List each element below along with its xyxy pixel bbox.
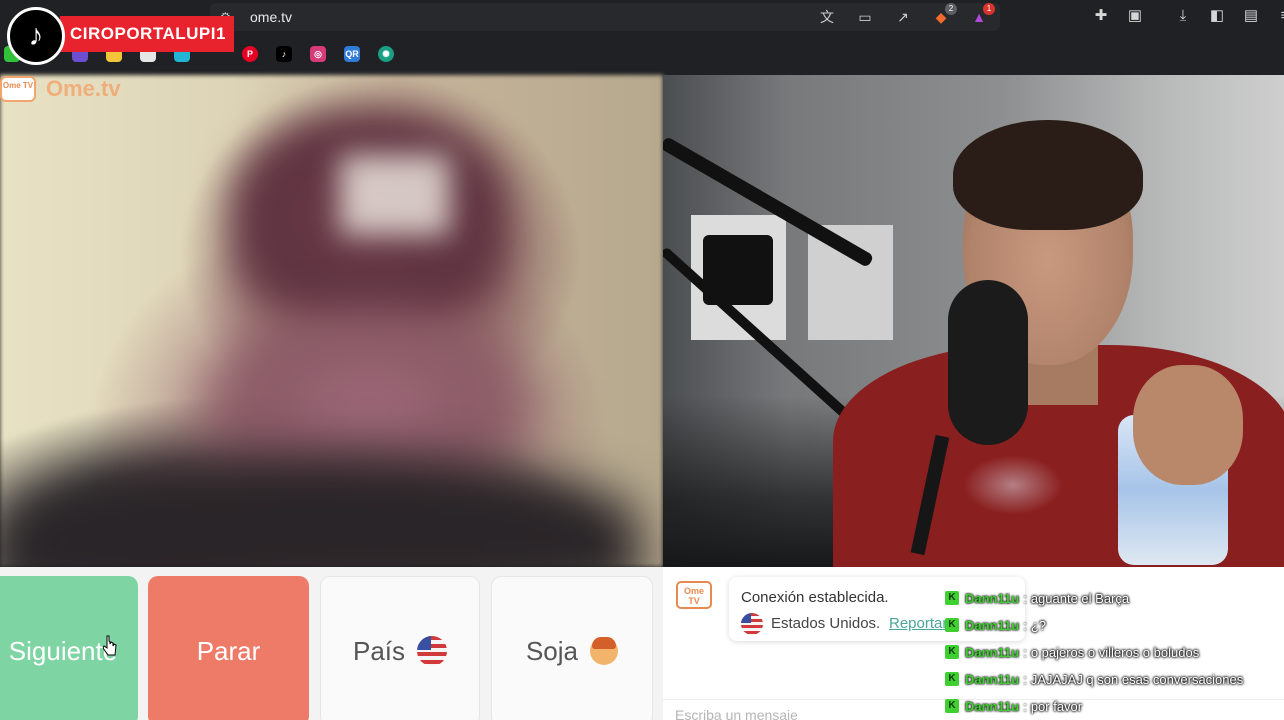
kick-icon: K xyxy=(945,591,959,605)
rewards-notification-count: 1 xyxy=(983,3,995,15)
comment-text: aguante el Barça xyxy=(1030,590,1130,606)
extensions-icon[interactable]: ✚ xyxy=(1090,5,1112,27)
chat-ometv-icon: Ome TV xyxy=(676,581,712,609)
country-button-label: País xyxy=(352,635,406,666)
shirt-logo xyxy=(963,455,1063,515)
instagram-icon[interactable]: ◎ xyxy=(310,46,326,62)
stream-comment: K Dann11u : ¿? xyxy=(945,615,1046,635)
kick-icon: K xyxy=(945,618,959,632)
kick-icon: K xyxy=(945,699,959,713)
brave-shields-icon[interactable]: ◆ 2 xyxy=(930,3,957,28)
comment-user: Dann11u xyxy=(965,671,1020,687)
gender-button-label: Soja xyxy=(525,635,579,666)
translate-icon[interactable]: 文 xyxy=(816,6,838,28)
ometv-tv-icon: Ome TV xyxy=(0,76,36,102)
streamer-hand xyxy=(1133,365,1243,485)
cast-icon[interactable]: ▭ xyxy=(854,6,876,28)
stream-comment: K Dann11u : JAJAJAJ q son esas conversac… xyxy=(945,669,1243,689)
ometv-watermark: Ome TV Ome.tv xyxy=(0,75,121,103)
tiktok-logo: ♪ xyxy=(7,7,65,65)
microphone xyxy=(948,280,1028,445)
stranger-video xyxy=(0,75,663,567)
comment-user: Dann11u xyxy=(965,698,1020,714)
stream-comment: K Dann11u : aguante el Barça xyxy=(945,588,1129,608)
blurred-shoulder xyxy=(0,455,640,567)
brave-shields-count: 2 xyxy=(945,3,957,15)
report-link[interactable]: Reportar xyxy=(889,615,947,632)
comment-user: Dann11u xyxy=(965,644,1020,660)
comment-user: Dann11u xyxy=(965,617,1020,633)
self-video xyxy=(663,75,1284,567)
tiktok-icon[interactable]: ♪ xyxy=(276,46,292,62)
comment-separator: : xyxy=(1023,698,1027,714)
comment-separator: : xyxy=(1023,617,1027,633)
pinterest-icon[interactable]: P xyxy=(242,46,258,62)
connection-status: Conexión establecida. xyxy=(741,589,889,606)
streamer-hair xyxy=(953,120,1143,230)
mouse-pointer-icon xyxy=(103,635,117,656)
notice-us-flag-icon xyxy=(741,613,763,635)
share-icon[interactable]: ↗ xyxy=(892,6,914,28)
comment-text: por favor xyxy=(1030,698,1083,714)
next-button-label: Siguiente xyxy=(8,635,118,666)
tiktok-note-icon: ♪ xyxy=(28,19,44,52)
stop-button[interactable]: Parar xyxy=(148,576,309,720)
us-flag-icon xyxy=(417,636,448,666)
address-bar-actions: 文 ▭ ↗ ◆ 2 ▲ 1 xyxy=(816,3,995,28)
comment-text: o pajeros o villeros o boludos xyxy=(1030,644,1200,660)
country-filter-button[interactable]: País xyxy=(320,576,480,720)
blurred-cap-logo xyxy=(340,155,450,235)
message-input[interactable]: Escriba un mensaje xyxy=(675,707,798,720)
comment-separator: : xyxy=(1023,644,1027,660)
ometv-logo-text: Ome.tv xyxy=(46,76,121,101)
menu-icon[interactable]: ≡ xyxy=(1274,5,1284,27)
stream-comment: K Dann11u : por favor xyxy=(945,696,1082,716)
comment-user: Dann11u xyxy=(965,590,1020,606)
leo-ai-icon[interactable]: ▣ xyxy=(1124,5,1146,27)
chatgpt-icon[interactable]: ✺ xyxy=(378,46,394,62)
comment-text: JAJAJAJ q son esas conversaciones xyxy=(1030,671,1244,687)
person-emoji-icon xyxy=(590,637,619,665)
next-button[interactable]: Siguiente xyxy=(0,576,138,720)
control-buttons: Siguiente Parar País Soja xyxy=(0,567,663,720)
screen: { "browser": { "url": "ome.tv", "bookmar… xyxy=(0,0,1284,720)
tiktok-username-banner: CIROPORTALUPI1 xyxy=(60,16,234,52)
gender-filter-button[interactable]: Soja xyxy=(491,576,653,720)
stream-comment: K Dann11u : o pajeros o villeros o bolud… xyxy=(945,642,1199,662)
brave-rewards-icon[interactable]: ▲ 1 xyxy=(968,3,995,28)
browser-toolbar: ✚ ▣ ⤓ ◧ ▤ ≡ xyxy=(1090,5,1284,27)
comment-text: ¿? xyxy=(1030,617,1046,633)
download-icon[interactable]: ⤓ xyxy=(1172,5,1194,27)
comment-separator: : xyxy=(1023,671,1027,687)
qr-icon[interactable]: QR xyxy=(344,46,360,62)
kick-icon: K xyxy=(945,645,959,659)
stranger-country: Estados Unidos. xyxy=(771,615,881,632)
wallet-icon[interactable]: ▤ xyxy=(1240,5,1262,27)
sidebar-icon[interactable]: ◧ xyxy=(1206,5,1228,27)
stop-button-label: Parar xyxy=(196,635,261,666)
address-bar[interactable]: ⚙ ome.tv 文 ▭ ↗ ◆2 ▲1 xyxy=(210,3,1000,31)
url-text[interactable]: ome.tv xyxy=(250,9,292,25)
comment-separator: : xyxy=(1023,590,1027,606)
kick-icon: K xyxy=(945,672,959,686)
